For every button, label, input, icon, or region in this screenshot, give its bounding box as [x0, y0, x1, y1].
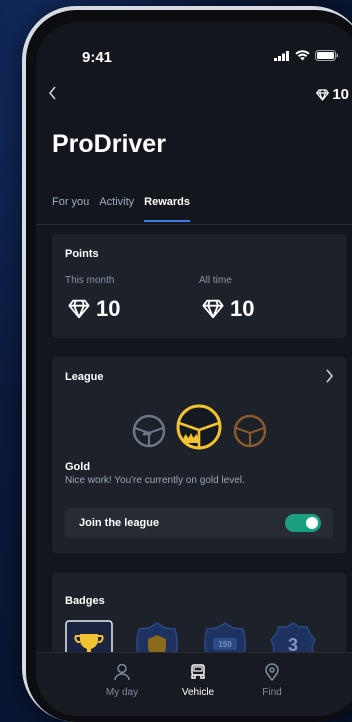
- tab-activity[interactable]: Activity: [99, 196, 134, 222]
- person-icon: [114, 663, 130, 681]
- silver-wheel-icon: [132, 414, 166, 448]
- nav-my-day[interactable]: My day: [92, 663, 152, 698]
- status-icons: [274, 50, 339, 61]
- status-bar: 9:41: [36, 22, 352, 66]
- join-league-row: Join the league: [65, 508, 333, 538]
- battery-icon: [315, 50, 338, 61]
- this-month-points: 10: [68, 296, 120, 322]
- all-time-value: 10: [230, 296, 255, 321]
- this-month-value: 10: [96, 296, 121, 321]
- status-time: 9:41: [82, 49, 113, 66]
- all-time-label: All time: [199, 275, 232, 286]
- back-button[interactable]: [48, 84, 58, 105]
- location-pin-icon: [265, 663, 279, 681]
- nav-vehicle[interactable]: Vehicle: [168, 663, 228, 698]
- signal-icon: [274, 50, 289, 61]
- points-heading: Points: [65, 248, 99, 260]
- league-heading: League: [65, 371, 104, 383]
- nav-my-day-label: My day: [105, 687, 139, 698]
- wifi-icon: [295, 50, 310, 61]
- chevron-left-icon: [49, 86, 56, 100]
- bronze-wheel-icon: [233, 414, 267, 448]
- league-details-button[interactable]: [324, 369, 334, 388]
- gold-wheel-icon: [176, 404, 222, 450]
- tab-divider: [36, 224, 352, 225]
- gem-count: 10: [332, 86, 349, 103]
- gem-balance: 10: [316, 86, 349, 103]
- phone-frame: 9:41 10 ProDriver For you Activity Rewar…: [22, 6, 352, 722]
- nav-find-label: Find: [262, 687, 282, 698]
- points-card: Points This month All time 10 10: [52, 234, 346, 338]
- nav-find[interactable]: Find: [242, 663, 302, 698]
- badge-number-150: 150: [218, 640, 232, 649]
- diamond-icon: [202, 299, 224, 319]
- league-level: Gold: [65, 461, 91, 473]
- tab-for-you[interactable]: For you: [52, 196, 89, 222]
- league-card[interactable]: League Gold Nice work! You're currently …: [52, 357, 346, 553]
- join-league-toggle[interactable]: [285, 514, 321, 532]
- league-description: Nice work! You're currently on gold leve…: [65, 475, 245, 486]
- league-levels: [132, 404, 267, 450]
- diamond-icon: [68, 299, 90, 319]
- chevron-right-icon: [326, 369, 333, 383]
- diamond-icon: [316, 88, 330, 101]
- truck-icon: [191, 664, 205, 679]
- badges-heading: Badges: [65, 595, 105, 607]
- top-bar: 10: [36, 84, 352, 108]
- page-title: ProDriver: [52, 130, 166, 158]
- this-month-label: This month: [65, 275, 115, 286]
- phone-bezel: 9:41 10 ProDriver For you Activity Rewar…: [26, 10, 352, 722]
- all-time-points: 10: [202, 296, 254, 322]
- app-screen: 9:41 10 ProDriver For you Activity Rewar…: [36, 22, 352, 716]
- tab-rewards[interactable]: Rewards: [144, 196, 190, 222]
- bottom-nav: My day Vehicle Find: [36, 652, 352, 716]
- join-league-label: Join the league: [79, 517, 160, 529]
- toggle-knob: [306, 517, 318, 529]
- nav-vehicle-label: Vehicle: [181, 687, 215, 698]
- tab-bar: For you Activity Rewards: [52, 196, 190, 222]
